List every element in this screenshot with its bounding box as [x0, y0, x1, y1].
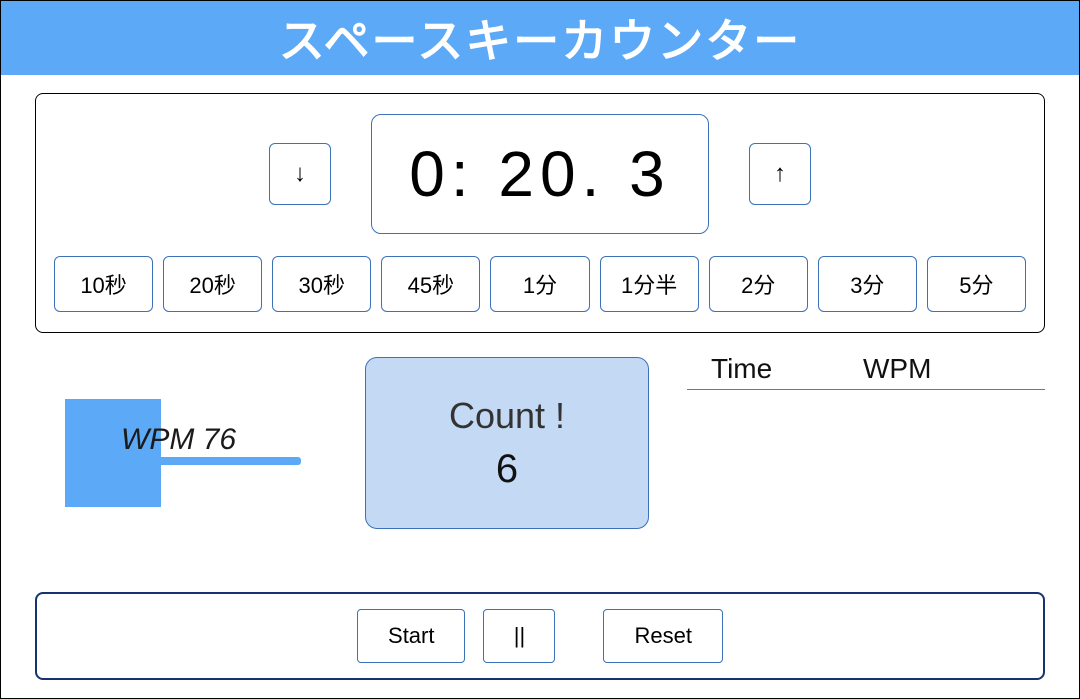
preset-row: 10秒 20秒 30秒 45秒 1分 1分半 2分 3分 5分 — [54, 256, 1026, 312]
history-header: Time WPM — [687, 353, 1045, 390]
history-col-time: Time — [687, 353, 837, 385]
timer-row: ↓ 0: 20. 3 ↑ — [54, 108, 1026, 234]
arrow-down-icon: ↓ — [294, 160, 306, 187]
time-panel: ↓ 0: 20. 3 ↑ 10秒 20秒 30秒 45秒 1分 1分半 2分 3… — [35, 93, 1045, 333]
history-col-wpm: WPM — [837, 353, 1045, 385]
wpm-label: WPM 76 — [121, 423, 236, 457]
timer-display: 0: 20. 3 — [371, 114, 709, 234]
app-root: スペースキーカウンター ↓ 0: 20. 3 ↑ 10秒 20秒 30秒 45秒… — [0, 0, 1080, 699]
preset-20s-button[interactable]: 20秒 — [163, 256, 262, 312]
controls-panel: Start || Reset — [35, 592, 1045, 680]
preset-1m30-button[interactable]: 1分半 — [600, 256, 699, 312]
preset-45s-button[interactable]: 45秒 — [381, 256, 480, 312]
mid-row: WPM 76 Count ! 6 Time WPM — [1, 357, 1079, 529]
preset-30s-button[interactable]: 30秒 — [272, 256, 371, 312]
preset-3m-button[interactable]: 3分 — [818, 256, 917, 312]
count-value: 6 — [496, 447, 518, 492]
pause-button[interactable]: || — [483, 609, 555, 663]
history-panel: Time WPM — [687, 353, 1045, 390]
count-title: Count ! — [449, 395, 565, 437]
wpm-stripe-icon — [111, 457, 301, 465]
wpm-indicator: WPM 76 — [35, 357, 365, 507]
preset-1m-button[interactable]: 1分 — [490, 256, 589, 312]
time-decrease-button[interactable]: ↓ — [269, 143, 331, 205]
page-title: スペースキーカウンター — [279, 5, 801, 71]
title-bar: スペースキーカウンター — [1, 1, 1079, 75]
count-panel[interactable]: Count ! 6 — [365, 357, 649, 529]
start-button[interactable]: Start — [357, 609, 465, 663]
preset-2m-button[interactable]: 2分 — [709, 256, 808, 312]
preset-10s-button[interactable]: 10秒 — [54, 256, 153, 312]
reset-button[interactable]: Reset — [603, 609, 722, 663]
arrow-up-icon: ↑ — [774, 160, 786, 187]
time-increase-button[interactable]: ↑ — [749, 143, 811, 205]
preset-5m-button[interactable]: 5分 — [927, 256, 1026, 312]
